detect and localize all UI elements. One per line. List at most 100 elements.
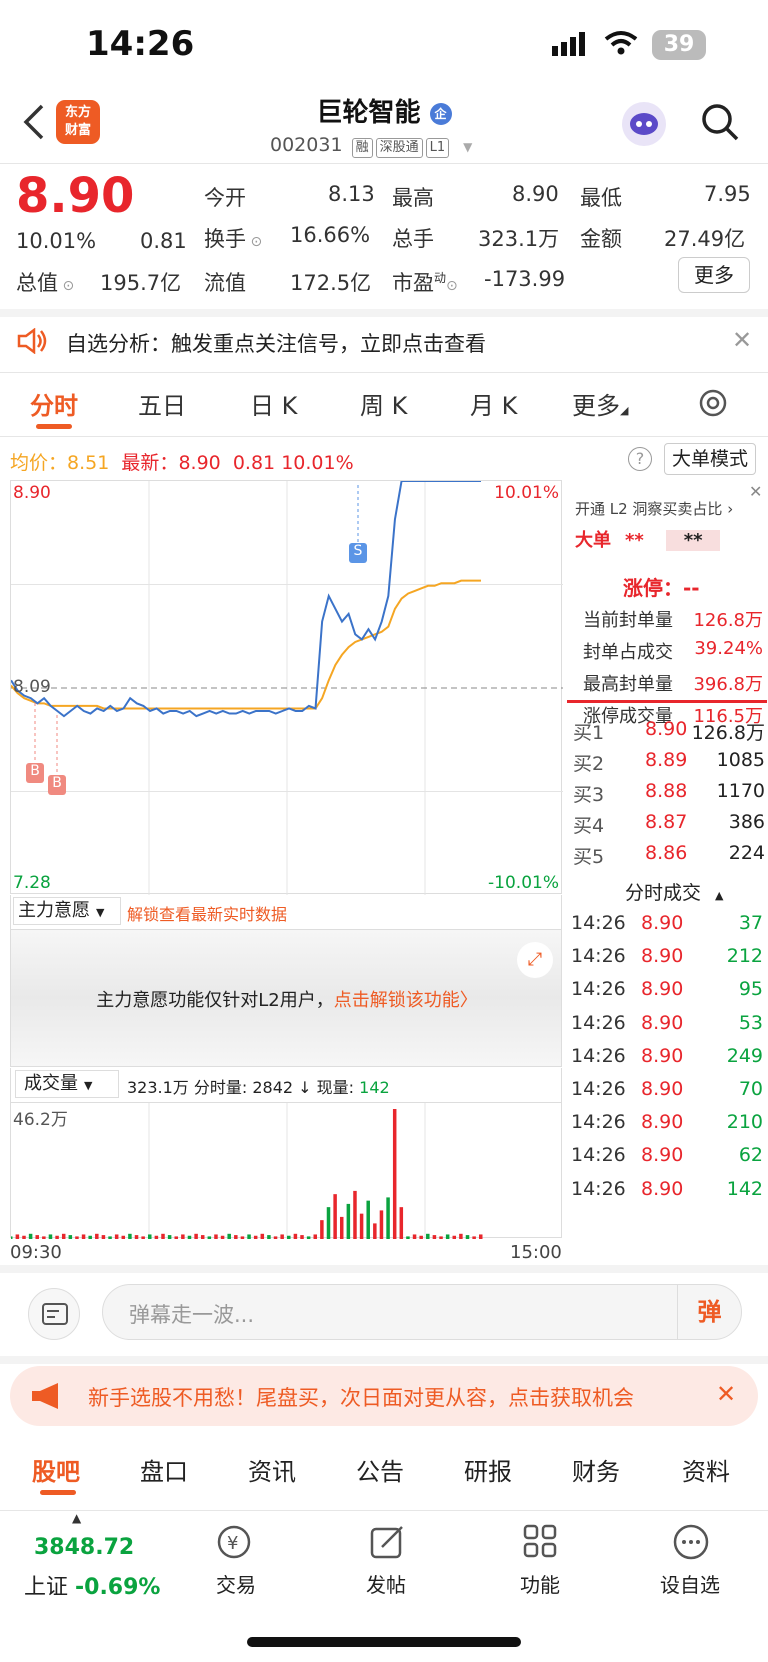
last-price: 8.90 xyxy=(16,168,135,224)
btab-research[interactable]: 研报 xyxy=(464,1452,512,1487)
volume-chart[interactable]: 46.2万 xyxy=(10,1102,562,1239)
tab-5day[interactable]: 五日 xyxy=(138,386,186,421)
add-watchlist-icon[interactable] xyxy=(672,1523,710,1565)
robot-avatar-icon[interactable] xyxy=(622,102,666,146)
more-button[interactable]: 更多 xyxy=(678,257,750,293)
volume-dropdown[interactable]: 成交量 ▼ xyxy=(15,1070,119,1098)
volume-bar xyxy=(114,1234,119,1239)
limit-up-divider xyxy=(567,700,767,703)
btab-pankou[interactable]: 盘口 xyxy=(140,1452,188,1487)
close-icon[interactable]: ✕ xyxy=(749,482,762,501)
btab-news[interactable]: 资讯 xyxy=(248,1452,296,1487)
volume-max-label: 46.2万 xyxy=(13,1110,68,1130)
tab-month-k[interactable]: 月 K xyxy=(470,386,517,421)
index-info[interactable]: 上证 -0.69% xyxy=(24,1569,160,1601)
volume-bar xyxy=(346,1203,351,1239)
limit-up-row: 涨停：-- xyxy=(623,576,700,600)
add-watchlist-label[interactable]: 设自选 xyxy=(660,1569,720,1598)
notice-text[interactable]: 自选分析：触发重点关注信号，立即点击查看 xyxy=(66,328,486,358)
trade-icon[interactable]: ¥ xyxy=(214,1523,254,1565)
volume-bar xyxy=(48,1234,53,1239)
close-icon[interactable]: ✕ xyxy=(716,1380,736,1408)
info-icon: ⊙ xyxy=(446,278,458,294)
tab-week-k[interactable]: 周 K xyxy=(360,386,407,421)
volume-bar xyxy=(326,1207,331,1239)
y-mid-label: 8.09 xyxy=(13,677,51,697)
bottom-toolbar: ▲ 3848.72 上证 -0.69% ¥ 交易 发帖 功能 设自选 xyxy=(0,1510,768,1662)
tab-more[interactable]: 更多◢ xyxy=(572,386,628,421)
promo-banner[interactable]: 新手选股不用愁！尾盘买，次日面对更从容，点击获取机会 ✕ xyxy=(10,1366,758,1426)
volume-bar xyxy=(35,1235,39,1239)
volume-bar-header: 成交量 ▼ 323.1万 分时量: 2842 ↓ 现量: 142 xyxy=(10,1068,562,1102)
sell-marker[interactable]: S xyxy=(349,543,367,563)
post-label[interactable]: 发帖 xyxy=(366,1569,406,1598)
float-mv-label: 流值 xyxy=(204,271,246,295)
volume-bar xyxy=(366,1200,370,1239)
zhuli-panel: 主力意愿功能仅针对L2用户，点击解锁该功能〉 ⤢ xyxy=(10,929,562,1067)
l2-link[interactable]: 开通 L2 洞察买卖占比 › xyxy=(575,498,733,519)
volume-bar xyxy=(214,1234,218,1239)
danmu-input[interactable]: 弹幕走一波... 弹 xyxy=(102,1284,742,1340)
btab-profile[interactable]: 资料 xyxy=(682,1452,730,1487)
info-icon: ⊙ xyxy=(58,278,75,294)
functions-label[interactable]: 功能 xyxy=(520,1569,560,1598)
volume-bar xyxy=(134,1235,139,1239)
btab-guba[interactable]: 股吧 xyxy=(32,1452,80,1487)
volume-bar xyxy=(333,1194,337,1239)
buy-marker[interactable]: B xyxy=(48,775,66,795)
volume-bar xyxy=(445,1234,450,1239)
volume-bar xyxy=(260,1233,265,1239)
btab-announcements[interactable]: 公告 xyxy=(356,1452,404,1487)
functions-icon[interactable] xyxy=(522,1523,558,1563)
volume-value: 323.1万 xyxy=(478,227,560,251)
y-min-label: 7.28 xyxy=(13,873,51,893)
help-icon[interactable]: ? xyxy=(628,447,652,471)
turnover-label: 换手 ⊙ xyxy=(204,227,263,251)
change-pct: 10.01% xyxy=(16,229,97,253)
zhuli-message[interactable]: 主力意愿功能仅针对L2用户，点击解锁该功能〉 xyxy=(11,986,563,1012)
tab-day-k[interactable]: 日 K xyxy=(250,386,297,421)
trade-label[interactable]: 交易 xyxy=(216,1569,256,1598)
volume-bar xyxy=(339,1216,344,1239)
zhuli-dropdown[interactable]: 主力意愿 ▼ xyxy=(13,897,121,925)
stock-subtitle: 002031 融深股通 L1 ▼ xyxy=(270,134,473,158)
buy-marker[interactable]: B xyxy=(26,763,44,783)
x-end-label: 15:00 xyxy=(510,1242,562,1263)
post-icon[interactable] xyxy=(368,1523,406,1565)
turnover-value: 16.66% xyxy=(290,223,371,247)
danmu-settings-icon[interactable] xyxy=(28,1288,80,1340)
x-start-label: 09:30 xyxy=(10,1242,62,1263)
volume-bar xyxy=(141,1236,145,1239)
volume-bar xyxy=(181,1234,185,1239)
volume-bar xyxy=(200,1235,205,1239)
expand-icon[interactable]: ⤢ xyxy=(517,942,553,978)
btab-indicator xyxy=(40,1490,76,1495)
megaphone-icon xyxy=(30,1382,66,1414)
close-icon[interactable]: ✕ xyxy=(732,326,752,354)
signal-icon xyxy=(552,32,592,56)
info-line: 均价：8.51 最新：8.90 0.81 10.01% xyxy=(10,452,354,474)
tab-intraday[interactable]: 分时 xyxy=(30,386,78,421)
high-label: 最高 xyxy=(392,186,434,210)
zhuli-unlock-link[interactable]: 解锁查看最新实时数据 xyxy=(127,901,287,925)
promo-text: 新手选股不用愁！尾盘买，次日面对更从容，点击获取机会 xyxy=(88,1386,634,1410)
danmu-send-button[interactable]: 弹 xyxy=(677,1285,741,1339)
pe-label: 市盈动⊙ xyxy=(392,271,458,295)
volume-bar xyxy=(373,1223,377,1239)
search-icon[interactable] xyxy=(700,102,740,146)
volume-bar xyxy=(154,1235,159,1239)
index-value[interactable]: 3848.72 xyxy=(34,1535,134,1560)
volume-bar xyxy=(253,1235,258,1239)
expand-up-icon[interactable]: ▲ xyxy=(72,1511,81,1525)
volume-bar xyxy=(452,1235,457,1239)
ticks-title[interactable]: 分时成交 ▲ xyxy=(625,878,723,905)
settings-icon[interactable] xyxy=(697,387,729,423)
svg-text:¥: ¥ xyxy=(227,1533,238,1554)
intraday-chart[interactable]: 8.90 8.09 7.28 10.01% -10.01% B B S xyxy=(10,480,563,895)
volume-bar xyxy=(22,1235,26,1239)
big-order-mode-button[interactable]: 大单模式 xyxy=(664,443,756,475)
volume-bar xyxy=(406,1236,410,1239)
volume-bar xyxy=(439,1236,443,1239)
volume-bar xyxy=(15,1234,20,1239)
btab-finance[interactable]: 财务 xyxy=(572,1452,620,1487)
